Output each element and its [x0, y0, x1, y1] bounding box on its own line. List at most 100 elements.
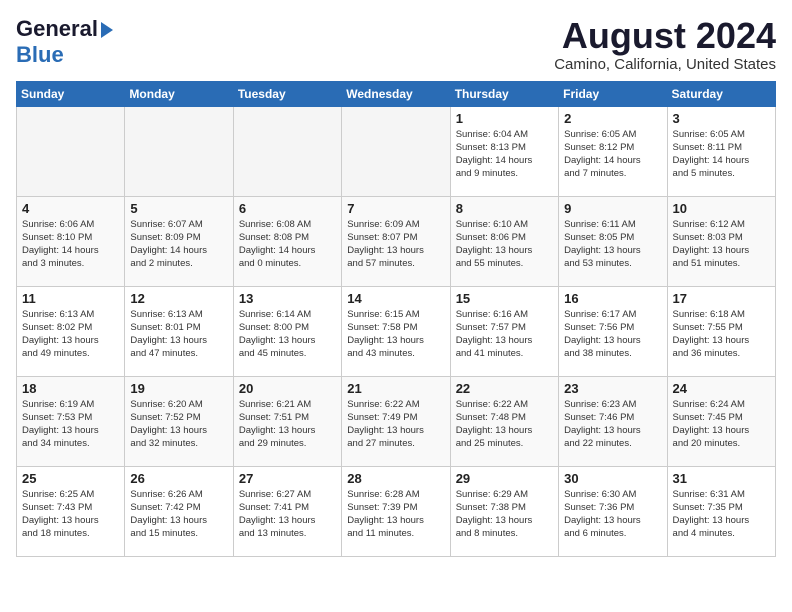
day-number: 27 — [239, 471, 336, 486]
calendar-header-row: SundayMondayTuesdayWednesdayThursdayFrid… — [17, 81, 776, 106]
header-wednesday: Wednesday — [342, 81, 450, 106]
day-number: 13 — [239, 291, 336, 306]
calendar-cell — [17, 106, 125, 196]
calendar-cell: 1 Sunrise: 6:04 AM Sunset: 8:13 PM Daylig… — [450, 106, 558, 196]
logo-general: General — [16, 16, 98, 42]
calendar-week-2: 11 Sunrise: 6:13 AM Sunset: 8:02 PM Dayli… — [17, 286, 776, 376]
day-number: 12 — [130, 291, 227, 306]
calendar-cell: 20 Sunrise: 6:21 AM Sunset: 7:51 PM Dayli… — [233, 376, 341, 466]
calendar-cell: 25Sunrise: 6:25 AM Sunset: 7:43 PM Dayli… — [17, 466, 125, 556]
day-number: 6 — [239, 201, 336, 216]
day-number: 26 — [130, 471, 227, 486]
day-info: Sunrise: 6:24 AM Sunset: 7:45 PM Dayligh… — [673, 398, 770, 451]
day-info: Sunrise: 6:04 AM Sunset: 8:13 PM Dayligh… — [456, 128, 553, 181]
day-info: Sunrise: 6:13 AM Sunset: 8:01 PM Dayligh… — [130, 308, 227, 361]
day-number: 17 — [673, 291, 770, 306]
calendar-week-4: 25Sunrise: 6:25 AM Sunset: 7:43 PM Dayli… — [17, 466, 776, 556]
day-number: 29 — [456, 471, 553, 486]
calendar-cell — [233, 106, 341, 196]
calendar-cell: 23 Sunrise: 6:23 AM Sunset: 7:46 PM Dayli… — [559, 376, 667, 466]
day-info: Sunrise: 6:12 AM Sunset: 8:03 PM Dayligh… — [673, 218, 770, 271]
calendar-table: SundayMondayTuesdayWednesdayThursdayFrid… — [16, 81, 776, 557]
day-info: Sunrise: 6:10 AM Sunset: 8:06 PM Dayligh… — [456, 218, 553, 271]
day-info: Sunrise: 6:19 AM Sunset: 7:53 PM Dayligh… — [22, 398, 119, 451]
day-info: Sunrise: 6:09 AM Sunset: 8:07 PM Dayligh… — [347, 218, 444, 271]
calendar-body: 1 Sunrise: 6:04 AM Sunset: 8:13 PM Daylig… — [17, 106, 776, 556]
calendar-cell: 12 Sunrise: 6:13 AM Sunset: 8:01 PM Dayli… — [125, 286, 233, 376]
day-info: Sunrise: 6:20 AM Sunset: 7:52 PM Dayligh… — [130, 398, 227, 451]
day-number: 24 — [673, 381, 770, 396]
day-number: 9 — [564, 201, 661, 216]
calendar-cell — [342, 106, 450, 196]
day-info: Sunrise: 6:13 AM Sunset: 8:02 PM Dayligh… — [22, 308, 119, 361]
day-info: Sunrise: 6:27 AM Sunset: 7:41 PM Dayligh… — [239, 488, 336, 541]
day-info: Sunrise: 6:18 AM Sunset: 7:55 PM Dayligh… — [673, 308, 770, 361]
day-number: 8 — [456, 201, 553, 216]
calendar-cell: 3 Sunrise: 6:05 AM Sunset: 8:11 PM Daylig… — [667, 106, 775, 196]
calendar-cell: 14 Sunrise: 6:15 AM Sunset: 7:58 PM Dayli… — [342, 286, 450, 376]
day-number: 4 — [22, 201, 119, 216]
day-number: 14 — [347, 291, 444, 306]
header-saturday: Saturday — [667, 81, 775, 106]
day-number: 1 — [456, 111, 553, 126]
calendar-cell: 8 Sunrise: 6:10 AM Sunset: 8:06 PM Daylig… — [450, 196, 558, 286]
day-number: 20 — [239, 381, 336, 396]
day-number: 7 — [347, 201, 444, 216]
calendar-cell: 24 Sunrise: 6:24 AM Sunset: 7:45 PM Dayli… — [667, 376, 775, 466]
day-number: 28 — [347, 471, 444, 486]
calendar-cell: 31 Sunrise: 6:31 AM Sunset: 7:35 PM Dayli… — [667, 466, 775, 556]
calendar-cell: 28 Sunrise: 6:28 AM Sunset: 7:39 PM Dayli… — [342, 466, 450, 556]
calendar-cell: 11 Sunrise: 6:13 AM Sunset: 8:02 PM Dayli… — [17, 286, 125, 376]
day-info: Sunrise: 6:31 AM Sunset: 7:35 PM Dayligh… — [673, 488, 770, 541]
calendar-cell: 7 Sunrise: 6:09 AM Sunset: 8:07 PM Daylig… — [342, 196, 450, 286]
calendar-cell: 17 Sunrise: 6:18 AM Sunset: 7:55 PM Dayli… — [667, 286, 775, 376]
calendar-cell: 29 Sunrise: 6:29 AM Sunset: 7:38 PM Dayli… — [450, 466, 558, 556]
title-area: August 2024 Camino, California, United S… — [554, 16, 776, 73]
calendar-cell: 5Sunrise: 6:07 AM Sunset: 8:09 PM Daylig… — [125, 196, 233, 286]
header-sunday: Sunday — [17, 81, 125, 106]
day-number: 23 — [564, 381, 661, 396]
day-number: 18 — [22, 381, 119, 396]
day-number: 21 — [347, 381, 444, 396]
day-number: 16 — [564, 291, 661, 306]
header-friday: Friday — [559, 81, 667, 106]
day-info: Sunrise: 6:29 AM Sunset: 7:38 PM Dayligh… — [456, 488, 553, 541]
day-number: 22 — [456, 381, 553, 396]
day-info: Sunrise: 6:05 AM Sunset: 8:12 PM Dayligh… — [564, 128, 661, 181]
logo: General Blue — [16, 16, 113, 68]
calendar-cell: 18 Sunrise: 6:19 AM Sunset: 7:53 PM Dayli… — [17, 376, 125, 466]
calendar-cell: 19 Sunrise: 6:20 AM Sunset: 7:52 PM Dayli… — [125, 376, 233, 466]
calendar-week-0: 1 Sunrise: 6:04 AM Sunset: 8:13 PM Daylig… — [17, 106, 776, 196]
calendar-cell: 15Sunrise: 6:16 AM Sunset: 7:57 PM Dayli… — [450, 286, 558, 376]
calendar-cell: 26Sunrise: 6:26 AM Sunset: 7:42 PM Dayli… — [125, 466, 233, 556]
calendar-cell: 27 Sunrise: 6:27 AM Sunset: 7:41 PM Dayli… — [233, 466, 341, 556]
day-number: 31 — [673, 471, 770, 486]
day-info: Sunrise: 6:22 AM Sunset: 7:49 PM Dayligh… — [347, 398, 444, 451]
day-info: Sunrise: 6:06 AM Sunset: 8:10 PM Dayligh… — [22, 218, 119, 271]
calendar-cell: 6Sunrise: 6:08 AM Sunset: 8:08 PM Daylig… — [233, 196, 341, 286]
calendar-cell: 9Sunrise: 6:11 AM Sunset: 8:05 PM Daylig… — [559, 196, 667, 286]
day-info: Sunrise: 6:07 AM Sunset: 8:09 PM Dayligh… — [130, 218, 227, 271]
calendar-cell: 13 Sunrise: 6:14 AM Sunset: 8:00 PM Dayli… — [233, 286, 341, 376]
day-number: 3 — [673, 111, 770, 126]
day-number: 2 — [564, 111, 661, 126]
calendar-cell: 21 Sunrise: 6:22 AM Sunset: 7:49 PM Dayli… — [342, 376, 450, 466]
day-info: Sunrise: 6:22 AM Sunset: 7:48 PM Dayligh… — [456, 398, 553, 451]
day-info: Sunrise: 6:14 AM Sunset: 8:00 PM Dayligh… — [239, 308, 336, 361]
day-info: Sunrise: 6:23 AM Sunset: 7:46 PM Dayligh… — [564, 398, 661, 451]
calendar-week-3: 18 Sunrise: 6:19 AM Sunset: 7:53 PM Dayli… — [17, 376, 776, 466]
calendar-cell: 10Sunrise: 6:12 AM Sunset: 8:03 PM Dayli… — [667, 196, 775, 286]
day-info: Sunrise: 6:15 AM Sunset: 7:58 PM Dayligh… — [347, 308, 444, 361]
logo-blue: Blue — [16, 42, 64, 67]
month-title: August 2024 — [554, 16, 776, 56]
day-number: 19 — [130, 381, 227, 396]
calendar-cell: 22 Sunrise: 6:22 AM Sunset: 7:48 PM Dayli… — [450, 376, 558, 466]
day-number: 30 — [564, 471, 661, 486]
day-info: Sunrise: 6:05 AM Sunset: 8:11 PM Dayligh… — [673, 128, 770, 181]
day-number: 11 — [22, 291, 119, 306]
day-info: Sunrise: 6:28 AM Sunset: 7:39 PM Dayligh… — [347, 488, 444, 541]
day-info: Sunrise: 6:21 AM Sunset: 7:51 PM Dayligh… — [239, 398, 336, 451]
day-info: Sunrise: 6:25 AM Sunset: 7:43 PM Dayligh… — [22, 488, 119, 541]
header-thursday: Thursday — [450, 81, 558, 106]
day-info: Sunrise: 6:30 AM Sunset: 7:36 PM Dayligh… — [564, 488, 661, 541]
